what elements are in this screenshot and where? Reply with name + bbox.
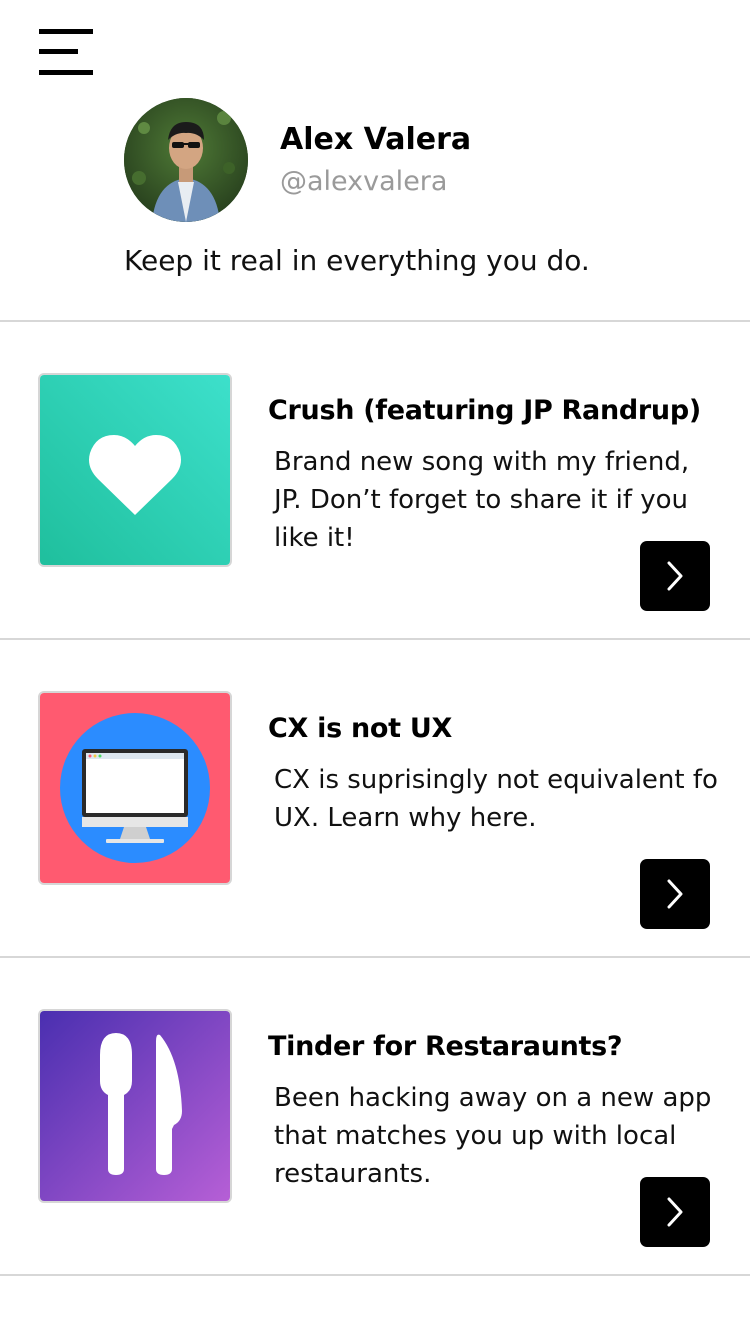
- feed-item-thumbnail[interactable]: [38, 373, 232, 567]
- profile-name: Alex Valera: [280, 122, 472, 157]
- profile-screen: Alex Valera @alexvalera Keep it real in …: [0, 0, 750, 1334]
- hamburger-menu-icon[interactable]: [39, 29, 95, 77]
- profile-handle: @alexvalera: [280, 166, 448, 197]
- utensils-icon: [40, 1011, 230, 1201]
- feed-item-title: Crush (featuring JP Randrup): [268, 395, 701, 426]
- avatar-person-icon: [124, 98, 248, 222]
- monitor-icon: [40, 693, 230, 883]
- feed-item-description: Brand new song with my friend, JP. Don’t…: [274, 447, 690, 553]
- feed-item-thumbnail[interactable]: [38, 691, 232, 885]
- avatar[interactable]: [124, 98, 248, 222]
- feed-item-title: CX is not UX: [268, 713, 452, 744]
- feed-item-description: CX is suprisingly not equivalent fo UX. …: [274, 765, 718, 833]
- chevron-right-icon: [667, 1197, 683, 1227]
- feed-item-title: Tinder for Restaraunts?: [268, 1031, 623, 1062]
- feed-item-thumbnail[interactable]: [38, 1009, 232, 1203]
- open-item-button[interactable]: [640, 541, 710, 611]
- open-item-button[interactable]: [640, 1177, 710, 1247]
- chevron-right-icon: [667, 561, 683, 591]
- feed-item: Tinder for Restaraunts? Been hacking awa…: [0, 957, 750, 1275]
- feed-item: Crush (featuring JP Randrup) Brand new s…: [0, 321, 750, 639]
- feed-item: CX is not UX CX is suprisingly not equiv…: [0, 639, 750, 957]
- open-item-button[interactable]: [640, 859, 710, 929]
- divider: [0, 1274, 750, 1276]
- heart-icon: [40, 375, 230, 565]
- profile-bio: Keep it real in everything you do.: [124, 244, 590, 277]
- feed-item-description: Been hacking away on a new app that matc…: [274, 1083, 712, 1189]
- chevron-right-icon: [667, 879, 683, 909]
